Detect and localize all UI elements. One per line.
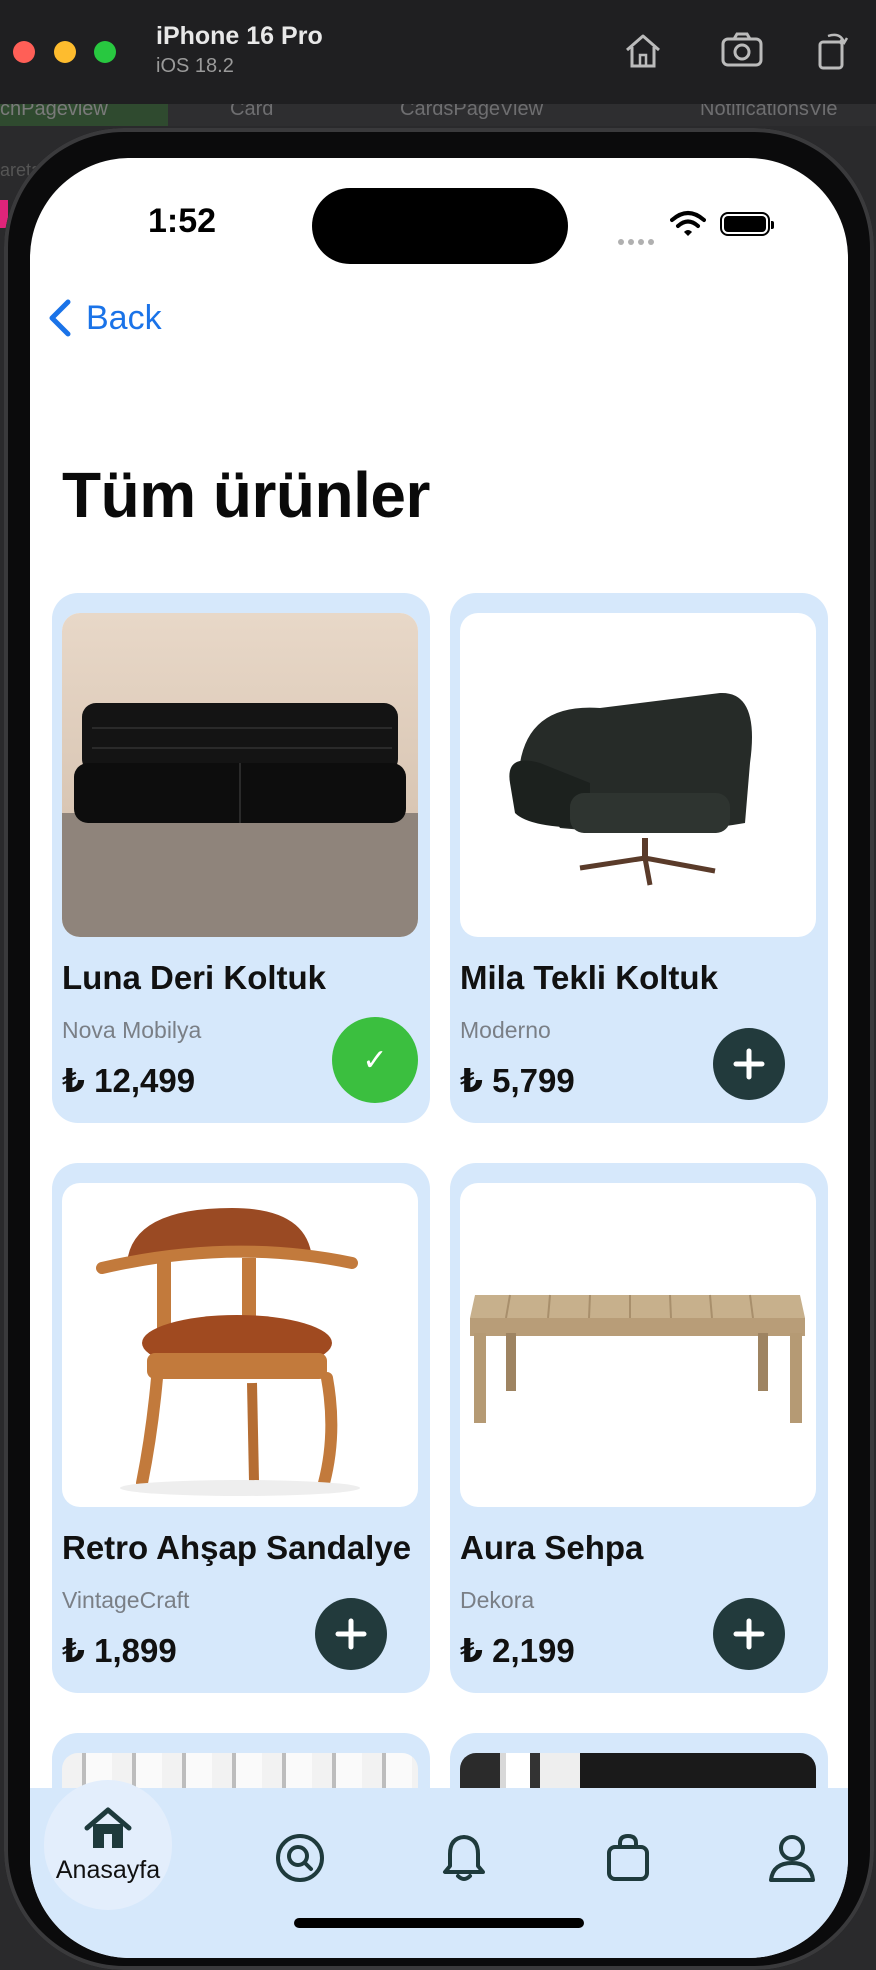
checkmark-icon: ✓ bbox=[362, 1043, 388, 1077]
product-name: Luna Deri Koltuk bbox=[62, 959, 327, 996]
search-icon bbox=[276, 1834, 324, 1882]
dynamic-island bbox=[312, 188, 568, 264]
home-button-icon[interactable] bbox=[621, 28, 665, 72]
tab-profile[interactable] bbox=[742, 1788, 842, 1928]
simulator-titlebar: iPhone 16 Pro iOS 18.2 bbox=[0, 0, 876, 105]
minimize-window-button[interactable] bbox=[54, 41, 76, 63]
product-brand: Moderno bbox=[460, 1017, 551, 1043]
add-to-cart-button[interactable] bbox=[315, 1598, 387, 1670]
chevron-left-icon bbox=[49, 299, 71, 337]
product-brand: Dekora bbox=[460, 1587, 535, 1613]
xcode-tab-strip: chPageview Card CardsPageView Notificati… bbox=[0, 104, 876, 126]
product-brand: Nova Mobilya bbox=[62, 1017, 202, 1043]
xcode-tab[interactable]: NotificationsVie bbox=[700, 104, 837, 121]
screenshot-icon[interactable] bbox=[720, 28, 764, 72]
close-window-button[interactable] bbox=[13, 41, 35, 63]
back-label: Back bbox=[86, 298, 162, 337]
shopping-bag-icon bbox=[607, 1833, 649, 1881]
page-title: Tüm ürünler bbox=[62, 459, 430, 531]
bell-icon bbox=[443, 1835, 485, 1881]
product-card[interactable]: Aura Sehpa Dekora ₺ 2,199 bbox=[450, 1163, 828, 1693]
product-card[interactable]: Retro Ahşap Sandalye VintageCraft ₺ 1,89… bbox=[52, 1163, 430, 1693]
plus-icon bbox=[733, 1048, 765, 1080]
product-brand: VintageCraft bbox=[62, 1587, 190, 1613]
product-card[interactable]: Mila Tekli Koltuk Moderno ₺ 5,799 bbox=[450, 593, 828, 1123]
battery-icon bbox=[720, 212, 774, 236]
tab-home[interactable]: Anasayfa bbox=[44, 1780, 172, 1910]
in-cart-button[interactable]: ✓ bbox=[332, 1017, 418, 1103]
home-indicator bbox=[294, 1918, 584, 1928]
product-name: Mila Tekli Koltuk bbox=[460, 959, 718, 996]
phone-screen: 1:52 Back Tüm ürünler Luna Deri Koltuk N… bbox=[30, 158, 848, 1958]
home-icon bbox=[84, 1807, 132, 1848]
back-button[interactable]: Back bbox=[46, 298, 162, 338]
product-image-wooden-coffee-table bbox=[460, 1183, 816, 1507]
device-name: iPhone 16 Pro bbox=[156, 22, 323, 50]
zoom-window-button[interactable] bbox=[94, 41, 116, 63]
xcode-tab[interactable]: chPageview bbox=[0, 104, 168, 126]
add-to-cart-button[interactable] bbox=[713, 1598, 785, 1670]
wifi-icon bbox=[670, 211, 706, 236]
product-price: ₺ 5,799 bbox=[460, 1062, 575, 1099]
tab-home-label: Anasayfa bbox=[55, 1855, 161, 1884]
xcode-tab[interactable]: CardsPageView bbox=[400, 104, 543, 121]
tab-cart[interactable] bbox=[578, 1788, 678, 1928]
rotate-icon[interactable] bbox=[810, 28, 854, 72]
os-version: iOS 18.2 bbox=[156, 55, 234, 77]
add-to-cart-button[interactable] bbox=[713, 1028, 785, 1100]
product-name: Retro Ahşap Sandalye bbox=[62, 1529, 412, 1566]
product-card[interactable]: Luna Deri Koltuk Nova Mobilya ₺ 12,499 ✓ bbox=[52, 593, 430, 1123]
cellular-signal-icon bbox=[618, 232, 658, 250]
tab-search[interactable] bbox=[250, 1788, 350, 1928]
product-image-wooden-leather-chair bbox=[62, 1183, 418, 1507]
product-image-dark-green-armchair bbox=[460, 613, 816, 937]
product-name: Aura Sehpa bbox=[460, 1529, 644, 1566]
plus-icon bbox=[733, 1618, 765, 1650]
product-price: ₺ 2,199 bbox=[460, 1632, 575, 1669]
product-image-black-leather-sofa bbox=[62, 613, 418, 937]
status-time: 1:52 bbox=[148, 202, 217, 240]
xcode-tab[interactable]: Card bbox=[230, 104, 273, 121]
profile-icon bbox=[769, 1835, 815, 1882]
plus-icon bbox=[335, 1618, 367, 1650]
bottom-tab-bar: Anasayfa bbox=[30, 1780, 848, 1958]
product-price: ₺ 1,899 bbox=[62, 1632, 177, 1669]
tab-notifications[interactable] bbox=[414, 1788, 514, 1928]
product-price: ₺ 12,499 bbox=[62, 1062, 196, 1099]
